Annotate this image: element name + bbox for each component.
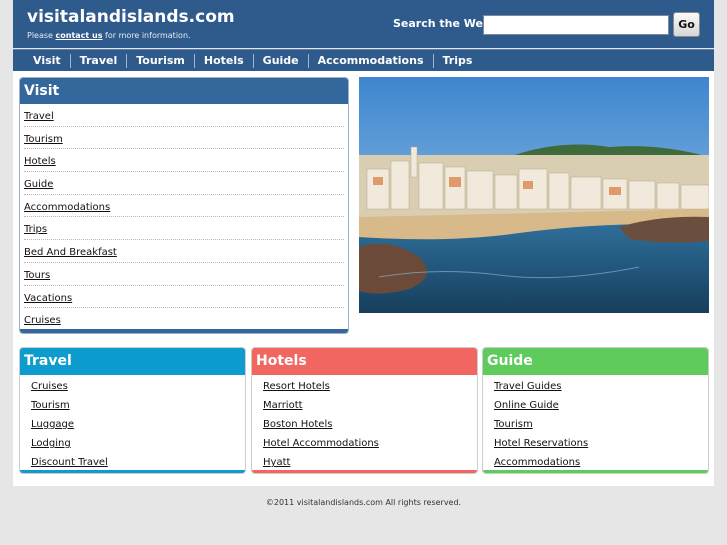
visit-link[interactable]: Accommodations xyxy=(24,202,110,213)
travel-link[interactable]: Tourism xyxy=(31,400,70,411)
list-item: Tourism xyxy=(494,415,708,434)
hotels-link[interactable]: Hyatt xyxy=(263,457,290,468)
travel-link-list: Cruises Tourism Luggage Lodging Discount… xyxy=(20,375,245,472)
list-item: Trips xyxy=(24,217,344,241)
hotels-link[interactable]: Marriott xyxy=(263,400,303,411)
list-item: Cruises xyxy=(24,308,344,331)
visit-link-list: Travel Tourism Hotels Guide Accommodatio… xyxy=(20,104,348,331)
list-item: Luggage xyxy=(31,415,245,434)
copyright-footer: ©2011 visitalandislands.com All rights r… xyxy=(265,498,462,507)
guide-link[interactable]: Travel Guides xyxy=(494,381,561,392)
hotels-link[interactable]: Hotel Accommodations xyxy=(263,438,379,449)
search-input[interactable] xyxy=(483,15,669,35)
hotels-link[interactable]: Boston Hotels xyxy=(263,419,332,430)
visit-link[interactable]: Cruises xyxy=(24,315,61,326)
list-item: Cruises xyxy=(31,377,245,396)
list-item: Travel xyxy=(24,104,344,127)
nav-tourism[interactable]: Tourism xyxy=(126,53,194,68)
hero-image xyxy=(359,77,709,313)
list-item: Vacations xyxy=(24,286,344,309)
travel-link[interactable]: Luggage xyxy=(31,419,74,430)
nav-visit[interactable]: Visit xyxy=(26,54,70,68)
search-label: Search the Web: xyxy=(393,17,496,30)
list-item: Tourism xyxy=(24,127,344,150)
coastal-town-photo xyxy=(359,77,709,313)
visit-box-title: Visit xyxy=(20,78,348,104)
guide-link[interactable]: Hotel Reservations xyxy=(494,438,588,449)
visit-link[interactable]: Travel xyxy=(24,111,54,122)
guide-link[interactable]: Online Guide xyxy=(494,400,559,411)
list-item: Boston Hotels xyxy=(263,415,477,434)
travel-box-title: Travel xyxy=(20,348,245,375)
list-item: Tourism xyxy=(31,396,245,415)
main-content: Visit Travel Tourism Hotels Guide Accomm… xyxy=(13,71,714,486)
contact-us-link[interactable]: contact us xyxy=(56,31,103,40)
list-item: Hotels xyxy=(24,149,344,173)
visit-link[interactable]: Tourism xyxy=(24,134,63,145)
guide-link[interactable]: Accommodations xyxy=(494,457,580,468)
nav-guide[interactable]: Guide xyxy=(252,53,308,68)
subline-prefix: Please xyxy=(27,31,56,40)
guide-box-title: Guide xyxy=(483,348,708,375)
travel-box-footer-bar xyxy=(20,470,245,473)
travel-link[interactable]: Cruises xyxy=(31,381,68,392)
top-nav: Visit Travel Tourism Hotels Guide Accomm… xyxy=(13,49,714,71)
visit-box: Visit Travel Tourism Hotels Guide Accomm… xyxy=(19,77,349,334)
guide-link[interactable]: Tourism xyxy=(494,419,533,430)
list-item: Bed And Breakfast xyxy=(24,240,344,263)
list-item: Resort Hotels xyxy=(263,377,477,396)
visit-link[interactable]: Bed And Breakfast xyxy=(24,247,117,258)
visit-link[interactable]: Trips xyxy=(24,224,47,235)
guide-link-list: Travel Guides Online Guide Tourism Hotel… xyxy=(483,375,708,472)
list-item: Guide xyxy=(24,172,344,195)
guide-box-footer-bar xyxy=(483,470,708,473)
subline-suffix: for more information. xyxy=(102,31,191,40)
nav-trips[interactable]: Trips xyxy=(432,53,482,68)
hotels-box-title: Hotels xyxy=(252,348,477,375)
travel-link[interactable]: Lodging xyxy=(31,438,71,449)
hotels-link-list: Resort Hotels Marriott Boston Hotels Hot… xyxy=(252,375,477,472)
contact-subline: Please contact us for more information. xyxy=(27,31,191,40)
visit-link[interactable]: Vacations xyxy=(24,293,72,304)
travel-link[interactable]: Discount Travel xyxy=(31,457,108,468)
list-item: Marriott xyxy=(263,396,477,415)
site-title[interactable]: visitalandislands.com xyxy=(27,7,235,27)
visit-box-footer-bar xyxy=(20,329,348,333)
visit-link[interactable]: Guide xyxy=(24,179,53,190)
list-item: Accommodations xyxy=(24,195,344,218)
nav-accommodations[interactable]: Accommodations xyxy=(307,53,433,68)
list-item: Hotel Reservations xyxy=(494,434,708,453)
hotels-box-footer-bar xyxy=(252,470,477,473)
travel-box: Travel Cruises Tourism Luggage Lodging D… xyxy=(19,347,246,474)
hotels-box: Hotels Resort Hotels Marriott Boston Hot… xyxy=(251,347,478,474)
list-item: Hotel Accommodations xyxy=(263,434,477,453)
list-item: Online Guide xyxy=(494,396,708,415)
site-header: visitalandislands.com Please contact us … xyxy=(13,0,714,48)
nav-travel[interactable]: Travel xyxy=(69,53,127,68)
nav-hotels[interactable]: Hotels xyxy=(193,53,253,68)
hotels-link[interactable]: Resort Hotels xyxy=(263,381,330,392)
list-item: Travel Guides xyxy=(494,377,708,396)
list-item: Tours xyxy=(24,263,344,286)
list-item: Lodging xyxy=(31,434,245,453)
visit-link[interactable]: Tours xyxy=(24,270,50,281)
guide-box: Guide Travel Guides Online Guide Tourism… xyxy=(482,347,709,474)
visit-link[interactable]: Hotels xyxy=(24,156,56,167)
go-button[interactable]: Go xyxy=(673,12,700,37)
